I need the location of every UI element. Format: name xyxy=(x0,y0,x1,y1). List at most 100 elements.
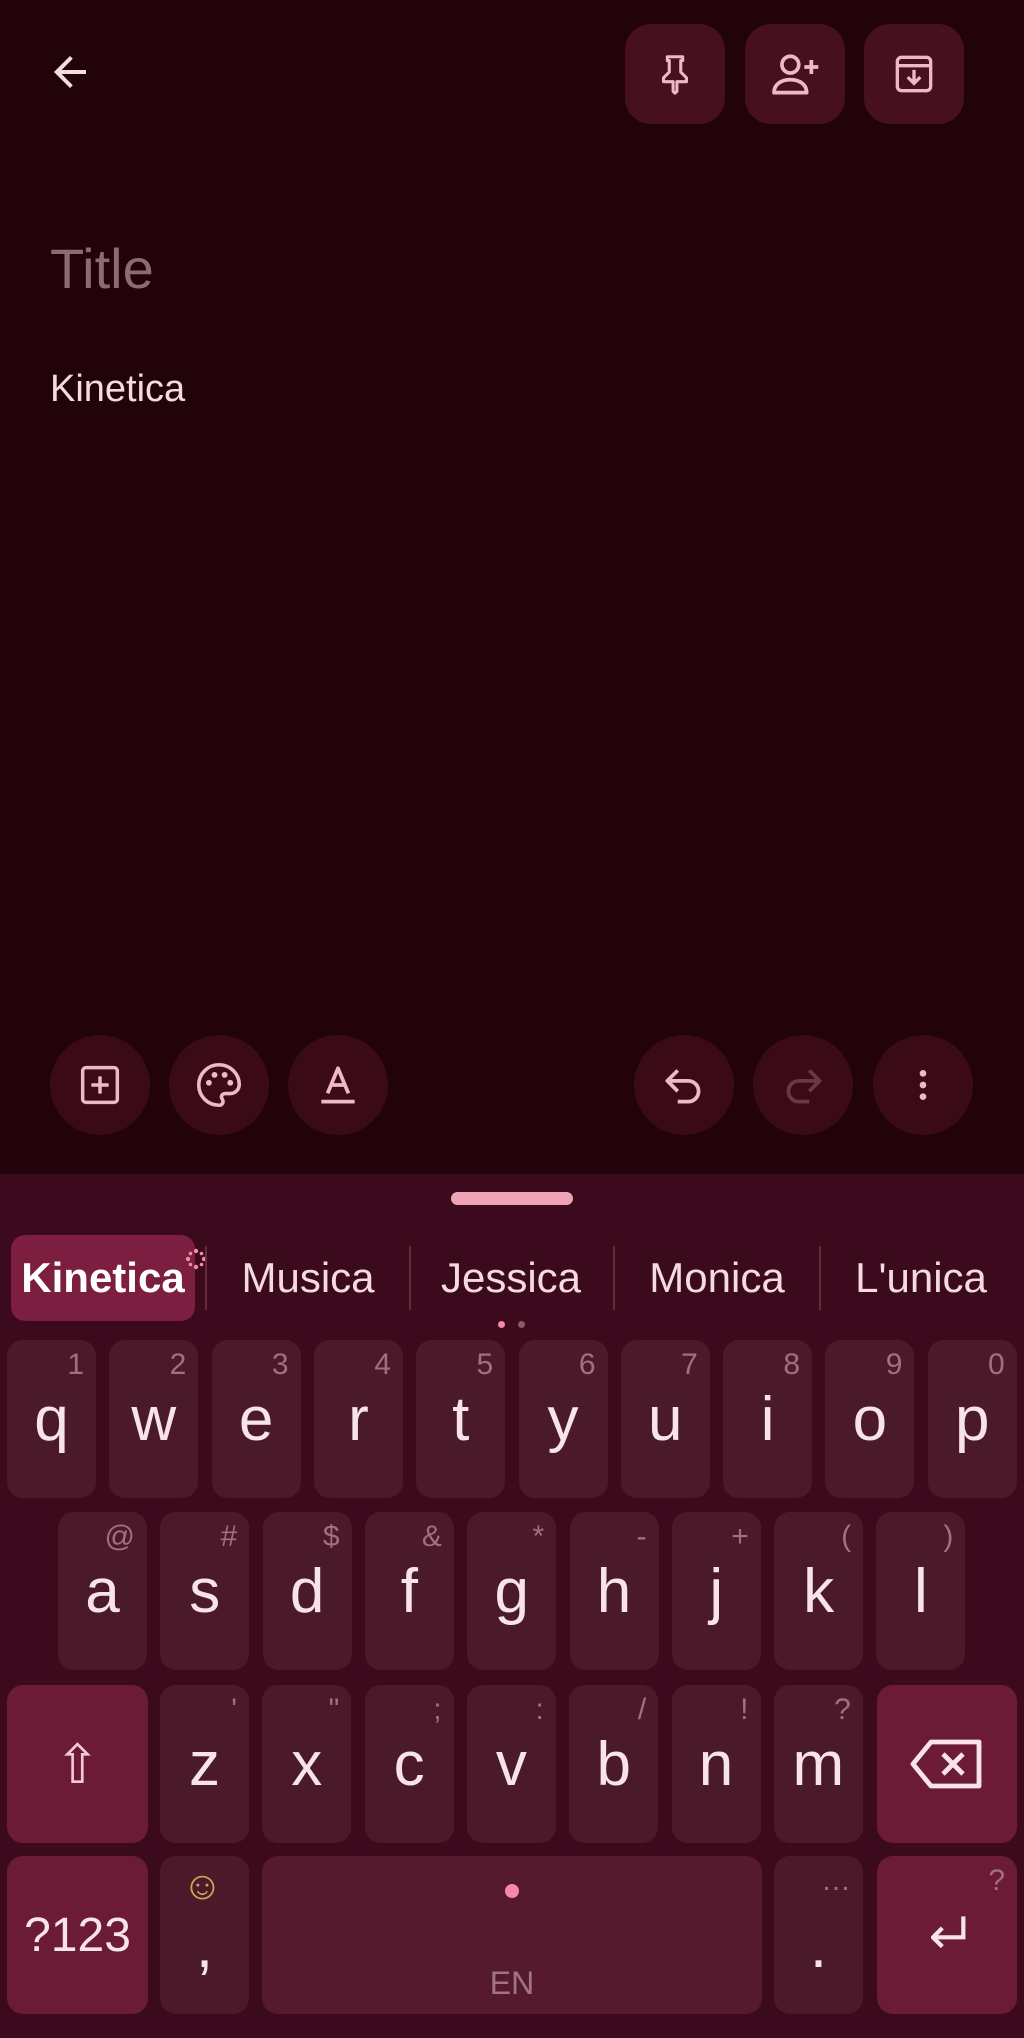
key-n[interactable]: ! n xyxy=(671,1685,761,1843)
period-key[interactable]: … . xyxy=(774,1856,863,2014)
undo-button[interactable] xyxy=(634,1035,734,1135)
key-label: n xyxy=(698,1729,734,1799)
pin-button[interactable] xyxy=(625,24,725,124)
key-label: p xyxy=(954,1384,990,1454)
person-add-icon xyxy=(772,54,819,95)
key-label: t xyxy=(452,1384,470,1454)
key-m[interactable]: ? m xyxy=(773,1685,863,1843)
symbols-label: ?123 xyxy=(24,1908,131,1962)
arrow-left-icon xyxy=(54,56,86,88)
key-hint: 3 xyxy=(271,1348,289,1381)
key-label: i xyxy=(760,1384,775,1454)
key-hint: * xyxy=(532,1520,545,1553)
key-hint: ( xyxy=(841,1520,852,1553)
title-input[interactable]: Title xyxy=(50,236,154,301)
key-hint: 9 xyxy=(885,1348,903,1381)
redo-button[interactable] xyxy=(753,1035,853,1135)
suggestion-lunica[interactable]: L'unica xyxy=(821,1235,1021,1321)
key-label: f xyxy=(400,1556,418,1626)
keyboard-drag-handle[interactable] xyxy=(451,1192,573,1205)
backspace-icon xyxy=(910,1739,982,1789)
key-hint: 2 xyxy=(169,1348,187,1381)
key-c[interactable]: ; c xyxy=(364,1685,454,1843)
key-w[interactable]: 2w xyxy=(109,1340,199,1498)
key-q[interactable]: 1q xyxy=(7,1340,96,1498)
note-body-text[interactable]: Kinetica xyxy=(50,368,185,411)
key-label: d xyxy=(289,1556,325,1626)
enter-hint: ? xyxy=(988,1864,1005,1897)
key-p[interactable]: 0p xyxy=(927,1340,1017,1498)
key-l[interactable]: ) l xyxy=(876,1512,966,1670)
key-label: k xyxy=(803,1556,835,1626)
key-r[interactable]: 4r xyxy=(313,1340,403,1498)
key-f[interactable]: & f xyxy=(364,1512,454,1670)
key-hint: 0 xyxy=(988,1348,1005,1381)
key-hint: ! xyxy=(740,1693,749,1726)
key-u[interactable]: 7u xyxy=(620,1340,710,1498)
key-e[interactable]: 3e xyxy=(211,1340,301,1498)
key-s[interactable]: # s xyxy=(160,1512,250,1670)
suggestion-divider xyxy=(205,1246,207,1310)
key-hint: 4 xyxy=(374,1348,391,1381)
key-label: e xyxy=(238,1384,274,1454)
key-a[interactable]: @ a xyxy=(58,1512,147,1670)
back-button[interactable] xyxy=(36,38,104,106)
enter-icon xyxy=(930,1916,966,1949)
emoji-icon: ☺ xyxy=(182,1864,223,1908)
suggestion-jessica[interactable]: Jessica xyxy=(411,1235,611,1321)
add-collaborator-button[interactable] xyxy=(745,24,845,124)
key-y[interactable]: 6y xyxy=(518,1340,608,1498)
pin-icon xyxy=(661,55,689,95)
page-indicator-dot xyxy=(518,1321,525,1328)
background-color-button[interactable] xyxy=(169,1035,269,1135)
text-format-icon xyxy=(321,1066,355,1104)
key-label: l xyxy=(914,1556,928,1626)
suggestion-musica[interactable]: Musica xyxy=(208,1235,408,1321)
redo-icon xyxy=(786,1069,822,1104)
symbols-key[interactable]: ?123 xyxy=(7,1856,148,2014)
key-x[interactable]: " x xyxy=(262,1685,352,1843)
key-label: w xyxy=(131,1384,177,1454)
key-t[interactable]: 5t xyxy=(416,1340,506,1498)
comma-key[interactable]: ☺ , xyxy=(160,1856,249,2014)
suggestion-monica[interactable]: Monica xyxy=(615,1235,819,1321)
key-label: u xyxy=(648,1384,683,1454)
enter-key[interactable]: ? xyxy=(877,1856,1017,2014)
key-label: q xyxy=(34,1384,69,1454)
key-hint: & xyxy=(421,1520,442,1553)
key-label: z xyxy=(189,1729,220,1799)
add-content-button[interactable] xyxy=(50,1035,150,1135)
key-hint: 5 xyxy=(476,1348,494,1381)
key-j[interactable]: + j xyxy=(671,1512,761,1670)
key-v[interactable]: :v xyxy=(466,1685,556,1843)
key-d[interactable]: $ d xyxy=(262,1512,352,1670)
key-label: v xyxy=(495,1729,527,1799)
key-z[interactable]: ' z xyxy=(160,1685,249,1843)
key-label: s xyxy=(189,1556,221,1626)
key-label: b xyxy=(596,1729,631,1799)
key-i[interactable]: 8i xyxy=(723,1340,813,1498)
key-k[interactable]: (k xyxy=(774,1512,864,1670)
key-g[interactable]: * g xyxy=(467,1512,557,1670)
shift-key[interactable]: ⇧ xyxy=(7,1685,148,1843)
page-indicator-dot-active xyxy=(498,1321,505,1328)
key-b[interactable]: / b xyxy=(569,1685,659,1843)
key-label: j xyxy=(709,1556,724,1626)
archive-icon xyxy=(895,55,933,93)
text-format-button[interactable] xyxy=(288,1035,388,1135)
key-hint: - xyxy=(636,1520,647,1553)
space-language-label: EN xyxy=(489,1965,535,2001)
key-o[interactable]: 9o xyxy=(825,1340,915,1498)
key-label: x xyxy=(291,1729,323,1799)
add-box-icon xyxy=(80,1065,120,1105)
suggestion-kinetica[interactable]: Kinetica xyxy=(11,1235,195,1321)
key-hint: : xyxy=(535,1693,544,1726)
more-options-button[interactable] xyxy=(873,1035,973,1135)
key-label: m xyxy=(792,1729,845,1799)
space-key[interactable]: EN xyxy=(262,1856,762,2014)
period-hint: … xyxy=(821,1864,851,1897)
backspace-key[interactable] xyxy=(877,1685,1017,1843)
archive-button[interactable] xyxy=(864,24,964,124)
key-h[interactable]: -h xyxy=(569,1512,659,1670)
key-label: g xyxy=(494,1556,529,1626)
